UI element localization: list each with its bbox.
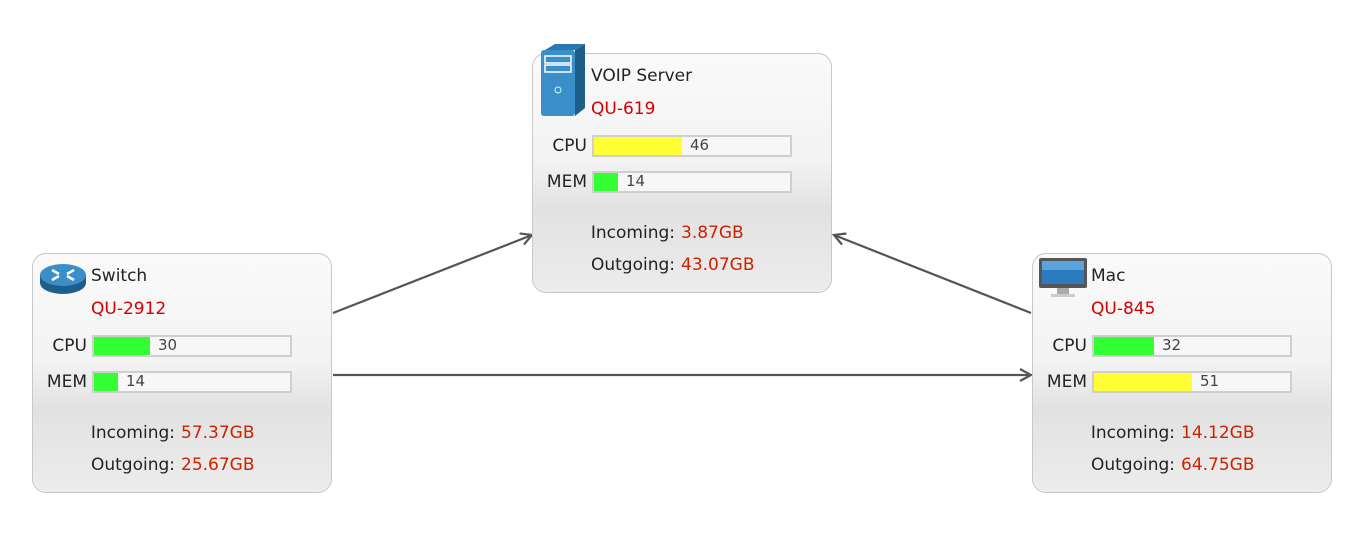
node-voip[interactable]: VOIP Server QU-619 CPU 46 MEM 14 Incomin…	[532, 44, 832, 293]
cpu-bar	[92, 335, 292, 357]
link-switch-voip[interactable]	[332, 235, 532, 315]
mem-label: MEM	[46, 372, 87, 392]
outgoing-label: Outgoing:	[1090, 455, 1175, 475]
router-icon	[38, 261, 88, 301]
cpu-value: 30	[158, 336, 178, 354]
cpu-bar-fill	[94, 337, 150, 355]
cpu-value: 32	[1162, 336, 1182, 354]
cpu-bar-fill	[1094, 337, 1154, 355]
mem-meter: MEM 51	[1033, 371, 1303, 395]
cpu-meter: CPU 30	[33, 335, 303, 359]
cpu-meter: CPU 46	[533, 135, 803, 159]
incoming-label: Incoming:	[90, 423, 175, 443]
mem-bar-fill	[594, 173, 618, 191]
incoming-label: Incoming:	[1090, 423, 1175, 443]
mem-bar	[92, 371, 292, 393]
link-mac-voip[interactable]	[834, 235, 1032, 315]
node-id: QU-845	[1091, 299, 1156, 319]
node-id: QU-619	[591, 99, 656, 119]
node-title: VOIP Server	[591, 66, 693, 86]
node-mac[interactable]: Mac QU-845 CPU 32 MEM 51 Incoming: 14.12G…	[1032, 253, 1332, 493]
node-title: Mac	[1091, 266, 1126, 286]
outgoing-value: 64.75GB	[1181, 455, 1255, 475]
mem-value: 14	[626, 172, 646, 190]
cpu-label: CPU	[52, 336, 87, 356]
incoming-label: Incoming:	[590, 223, 675, 243]
node-title: Switch	[91, 266, 148, 286]
mem-value: 51	[1200, 372, 1220, 390]
outgoing-value: 43.07GB	[681, 255, 755, 275]
mem-value: 14	[126, 372, 146, 390]
incoming-value: 3.87GB	[681, 223, 744, 243]
outgoing-value: 25.67GB	[181, 455, 255, 475]
node-id: QU-2912	[91, 299, 167, 319]
mem-bar-fill	[94, 373, 118, 391]
outgoing-label: Outgoing:	[590, 255, 675, 275]
cpu-bar-fill	[594, 137, 682, 155]
cpu-label: CPU	[552, 136, 587, 156]
incoming-value: 14.12GB	[1181, 423, 1255, 443]
outgoing-label: Outgoing:	[90, 455, 175, 475]
cpu-bar	[1092, 335, 1292, 357]
cpu-meter: CPU 32	[1033, 335, 1303, 359]
mem-bar	[1092, 371, 1292, 393]
server-icon	[539, 42, 587, 122]
cpu-value: 46	[690, 136, 710, 154]
mem-meter: MEM 14	[33, 371, 303, 395]
mem-bar	[592, 171, 792, 193]
node-switch[interactable]: Switch QU-2912 CPU 30 MEM 14 Incoming: 57…	[32, 253, 332, 493]
cpu-label: CPU	[1052, 336, 1087, 356]
mem-label: MEM	[1046, 372, 1087, 392]
incoming-value: 57.37GB	[181, 423, 255, 443]
mem-bar-fill	[1094, 373, 1192, 391]
monitor-icon	[1037, 256, 1089, 302]
mem-label: MEM	[546, 172, 587, 192]
mem-meter: MEM 14	[533, 171, 803, 195]
